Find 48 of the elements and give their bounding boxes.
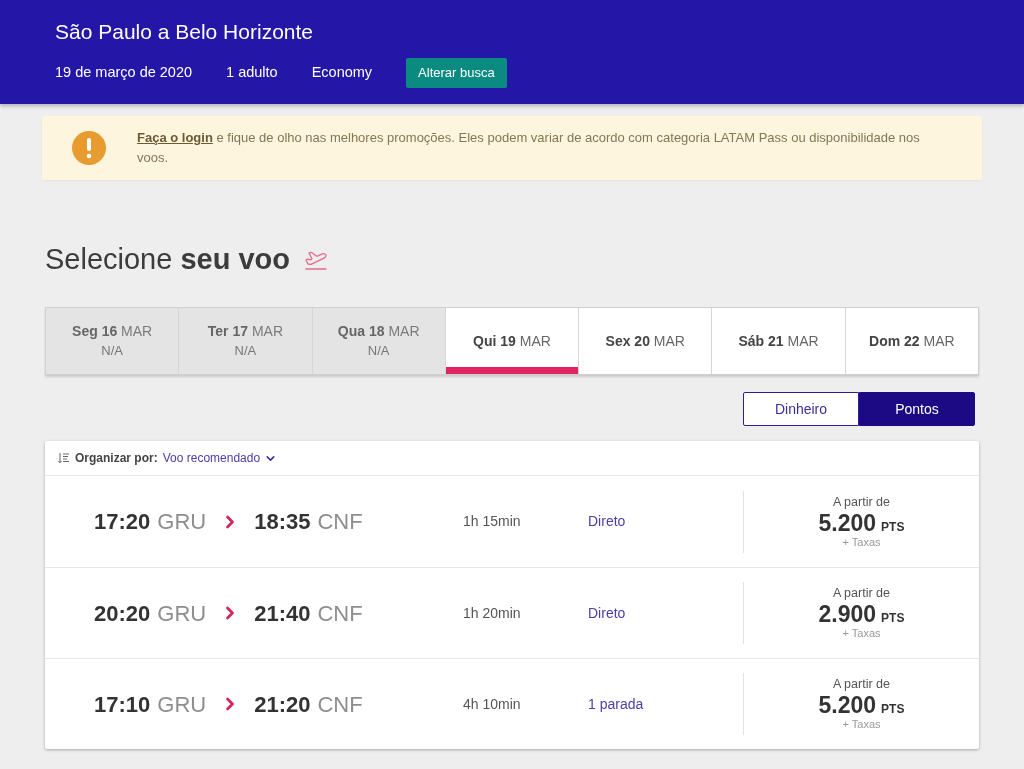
flight-duration: 1h 20min <box>463 603 522 623</box>
flight-duration: 4h 10min <box>463 694 522 714</box>
sort-dropdown[interactable]: Voo recomendado <box>162 449 278 467</box>
price-prefix: A partir de <box>833 494 890 510</box>
departure-time: 20:20 <box>94 599 151 628</box>
price-fees: + Taxas <box>842 718 881 731</box>
flight-stops: 1 parada <box>588 694 645 714</box>
travel-date: 19 de março de 2020 <box>55 63 193 83</box>
price-prefix: A partir de <box>833 677 890 692</box>
price-unit: PTS <box>881 610 905 627</box>
departure-airport: GRU <box>157 508 207 536</box>
price-unit: PTS <box>881 518 905 536</box>
arrival-airport: CNF <box>317 599 363 628</box>
arrival-time: 21:40 <box>254 599 311 628</box>
price-amount: 5.200 <box>818 692 877 718</box>
fare-toggle-button[interactable]: Pontos <box>859 392 975 426</box>
price-amount: 5.200 <box>818 509 877 536</box>
date-tab[interactable]: Sáb 21 MAR <box>712 308 846 374</box>
arrival-airport: CNF <box>317 690 363 719</box>
change-search-button[interactable]: Alterar busca <box>406 58 507 88</box>
sort-icon <box>58 452 70 464</box>
departure-time: 17:10 <box>94 690 151 719</box>
price-unit: PTS <box>881 701 905 718</box>
route-title: São Paulo a Belo Horizonte <box>55 19 314 45</box>
fare-toggle-button[interactable]: Dinheiro <box>743 392 859 426</box>
price-fees: + Taxas <box>842 627 881 640</box>
login-link[interactable]: Faça o login <box>137 130 213 145</box>
date-tab[interactable]: Qui 19 MAR <box>445 308 580 374</box>
passenger-count: 1 adulto <box>226 63 278 83</box>
price-prefix: A partir de <box>833 586 890 601</box>
date-tab[interactable]: Sex 20 MAR <box>579 308 713 374</box>
price-amount: 2.900 <box>818 601 877 627</box>
flight-stops: Direto <box>588 512 627 531</box>
arrival-time: 21:20 <box>254 690 311 719</box>
warning-icon <box>72 131 106 165</box>
page-heading: Selecione seu voo <box>45 242 291 276</box>
flight-stops: Direto <box>588 603 627 623</box>
date-tab[interactable]: Dom 22 MAR <box>845 308 978 374</box>
departure-airport: GRU <box>157 690 207 719</box>
flight-duration: 1h 15min <box>463 512 522 531</box>
price-fees: + Taxas <box>842 535 881 549</box>
departure-time: 17:20 <box>94 508 151 536</box>
login-notice-text: Faça o login e fique de olho nas melhores promoções. Eles podem variar de acordo com categoria LATAM Pass ou disponibilidade nos voos. <box>137 129 921 167</box>
arrival-airport: CNF <box>317 508 363 536</box>
arrival-time: 18:35 <box>254 508 311 536</box>
sort-label: Organizar por: <box>75 450 158 467</box>
departure-airport: GRU <box>157 599 207 628</box>
cabin-class: Economy <box>311 63 373 83</box>
